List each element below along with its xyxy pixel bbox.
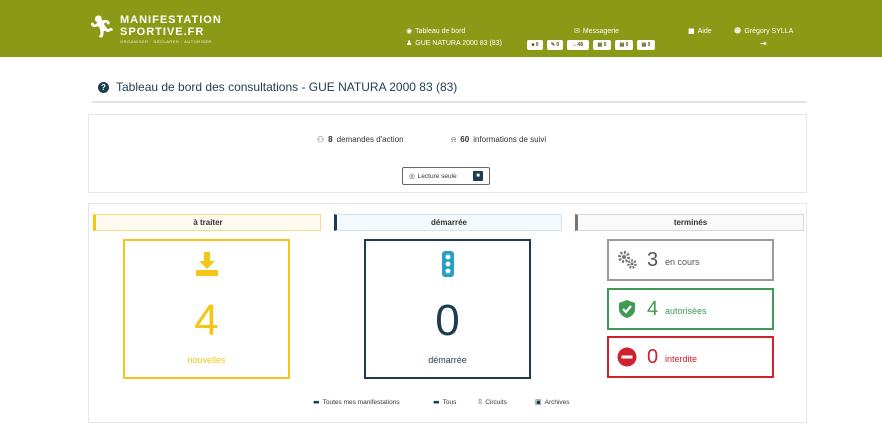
follow-up-infos-label: informations de suivi xyxy=(473,135,547,144)
in-progress-label: en cours xyxy=(665,257,700,267)
nav-dashboard-label: Tableau de bord xyxy=(415,28,466,35)
started-count: 0 xyxy=(435,296,460,345)
badge-5[interactable]: ▤ 0 xyxy=(615,40,633,50)
book-icon: ■ xyxy=(688,27,695,35)
filter-circuits-label: Circuits xyxy=(485,399,507,406)
user-icon: ☻ xyxy=(734,27,742,35)
readonly-toggle-button[interactable]: ◎ Lecture seule ■ xyxy=(402,167,490,185)
status-panel: à traiter démarrée terminés 4 nouvelles … xyxy=(88,203,807,423)
logo-tagline: ORGANISER · DÉCLARER · AUTORISER xyxy=(120,39,212,44)
authorized-card[interactable]: 4 autorisées xyxy=(607,288,774,330)
filter-archives-label: Archives xyxy=(544,399,570,406)
folder-icon: ▬ xyxy=(433,398,440,406)
column-header-finished: terminés xyxy=(575,214,804,231)
in-progress-count: 3 xyxy=(647,249,659,271)
filter-archives[interactable]: ▣ Archives xyxy=(535,398,570,406)
forbidden-count: 0 xyxy=(647,346,659,368)
top-navigation-bar: 🏃︎ MANIFESTATION SPORTIVE.FR ORGANISER ·… xyxy=(0,0,882,57)
summary-panel: ⚇ 8 demandes d'action ⍾ 60 informations de s… xyxy=(88,114,807,193)
readonly-label: Lecture seule xyxy=(417,173,457,180)
filter-all[interactable]: ▬ Tous xyxy=(433,398,456,406)
to-process-count: 4 xyxy=(194,296,219,345)
nav-messages-label: Messagerie xyxy=(582,28,620,35)
download-icon xyxy=(125,251,288,279)
nav-user-label: Grégory SYLLA xyxy=(744,28,794,35)
badge-2[interactable]: ✎ 0 xyxy=(547,40,563,50)
badge-1[interactable]: ■ 0 xyxy=(527,40,543,50)
users-icon: ⚇ xyxy=(317,135,325,144)
nav-help-link[interactable]: ■ Aide xyxy=(688,27,712,35)
nav-profile-label: GUE NATURA 2000 83 (83) xyxy=(415,40,502,47)
runner-icon: 🏃︎ xyxy=(88,15,116,40)
filter-all-label: Tous xyxy=(442,399,457,406)
filter-all-events-label: Toutes mes manifestations xyxy=(322,399,400,406)
bell-icon: ⍾ xyxy=(451,135,457,144)
nav-help-label: Aide xyxy=(697,28,712,35)
action-requests-label: demandes d'action xyxy=(336,135,404,144)
eye-icon: ◎ xyxy=(409,172,415,180)
folder-icon: ▬ xyxy=(313,398,320,406)
badge-3[interactable]: ⌂ 48 xyxy=(567,40,589,50)
shield-check-icon xyxy=(617,299,637,319)
filter-all-events[interactable]: ▬ Toutes mes manifestations xyxy=(313,398,400,406)
site-logo[interactable]: 🏃︎ MANIFESTATION SPORTIVE.FR ORGANISER ·… xyxy=(88,12,221,46)
page-title: Tableau de bord des consultations - GUE … xyxy=(116,80,458,94)
column-header-to-process: à traiter xyxy=(93,214,321,231)
minus-circle-icon xyxy=(617,347,637,367)
badge-4[interactable]: ▤ 0 xyxy=(593,40,611,50)
page-title-card: ? Tableau de bord des consultations - GU… xyxy=(92,74,807,103)
lock-icon: ■ xyxy=(473,171,483,181)
badge-6[interactable]: ▤ 0 xyxy=(637,40,655,50)
follow-up-infos-count: 60 xyxy=(460,135,470,144)
nav-user-menu[interactable]: ☻ Grégory SYLLA xyxy=(734,27,793,35)
started-label: démarrée xyxy=(428,355,467,365)
user-shield-icon: ♟ xyxy=(406,39,413,47)
envelope-icon: ✉ xyxy=(574,27,580,35)
action-requests-link[interactable]: ⚇ 8 demandes d'action xyxy=(317,135,404,144)
logo-line-2: SPORTIVE.FR xyxy=(120,26,205,38)
filter-circuits[interactable]: ⌷ Circuits xyxy=(478,398,507,407)
forbidden-card[interactable]: 0 interdite xyxy=(607,336,774,378)
authorized-count: 4 xyxy=(647,298,659,320)
to-process-label: nouvelles xyxy=(187,355,226,365)
archive-icon: ▣ xyxy=(535,398,542,406)
in-progress-card[interactable]: 3 en cours xyxy=(607,239,774,281)
started-card[interactable]: 0 démarrée xyxy=(364,239,531,379)
authorized-label: autorisées xyxy=(665,306,707,316)
traffic-light-icon xyxy=(366,251,529,279)
help-circle-icon[interactable]: ? xyxy=(98,82,109,93)
column-header-started: démarrée xyxy=(334,214,562,231)
action-requests-count: 8 xyxy=(328,135,333,144)
logo-line-1: MANIFESTATION xyxy=(120,14,222,26)
forbidden-label: interdite xyxy=(665,354,698,364)
nav-dashboard-link[interactable]: ◉ Tableau de bord xyxy=(406,27,465,35)
logout-icon[interactable]: ⇥ xyxy=(760,39,767,48)
nav-messages-link[interactable]: ✉ Messagerie xyxy=(574,27,619,35)
to-process-card[interactable]: 4 nouvelles xyxy=(123,239,290,379)
nav-profile-link[interactable]: ♟ GUE NATURA 2000 83 (83) xyxy=(406,39,502,47)
circuit-icon: ⌷ xyxy=(478,398,483,406)
dashboard-icon: ◉ xyxy=(406,27,413,35)
cogs-icon xyxy=(617,250,637,270)
follow-up-infos-link[interactable]: ⍾ 60 informations de suivi xyxy=(451,135,546,145)
